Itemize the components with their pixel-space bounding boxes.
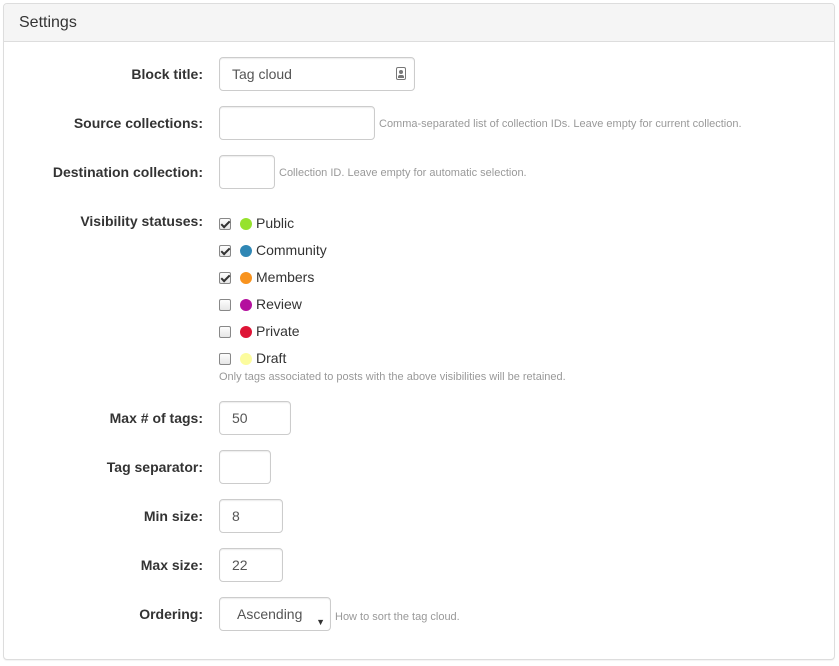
tag-separator-row: Tag separator: (4, 450, 834, 484)
status-color-dot-icon (240, 326, 252, 338)
source-collections-label: Source collections: (73, 115, 203, 131)
visibility-checkbox[interactable] (219, 245, 231, 257)
max-tags-row: Max # of tags: 50 (4, 401, 834, 435)
block-title-value: Tag cloud (232, 66, 292, 82)
max-size-label: Max size: (140, 557, 203, 573)
max-size-value: 22 (232, 557, 248, 573)
source-collections-row: Source collections: Comma-separated list… (4, 106, 834, 140)
panel-title: Settings (4, 4, 834, 42)
block-title-row: Block title: Tag cloud (4, 57, 834, 91)
ordering-select[interactable]: Ascending ▼ (219, 597, 331, 631)
visibility-option-label: Members (256, 269, 315, 285)
visibility-option-label: Review (256, 296, 302, 312)
min-size-input[interactable]: 8 (219, 499, 283, 533)
destination-collection-label: Destination collection: (52, 164, 203, 180)
max-tags-label: Max # of tags: (109, 410, 203, 426)
visibility-option-label: Draft (256, 350, 287, 366)
status-color-dot-icon (240, 299, 252, 311)
min-size-value: 8 (232, 508, 240, 524)
visibility-checkbox[interactable] (219, 353, 231, 365)
status-color-dot-icon (240, 353, 252, 365)
visibility-checkbox[interactable] (219, 218, 231, 230)
contact-card-icon[interactable] (396, 67, 406, 80)
min-size-row: Min size: 8 (4, 499, 834, 533)
max-tags-value: 50 (232, 410, 248, 426)
visibility-help: Only tags associated to posts with the a… (219, 371, 566, 383)
visibility-row: Visibility statuses: Public Community Memb… (4, 204, 834, 389)
block-title-input[interactable]: Tag cloud (219, 57, 415, 91)
source-collections-input[interactable] (219, 106, 375, 140)
ordering-value: Ascending (237, 606, 303, 622)
visibility-checkbox[interactable] (219, 326, 231, 338)
min-size-label: Min size: (143, 508, 203, 524)
ordering-row: Ordering: Ascending ▼ How to sort the ta… (4, 597, 834, 631)
visibility-option-label: Public (256, 215, 295, 231)
status-color-dot-icon (240, 272, 252, 284)
destination-collection-help: Collection ID. Leave empty for automatic… (279, 167, 527, 179)
destination-collection-row: Destination collection: Collection ID. L… (4, 155, 834, 189)
visibility-option-label: Community (256, 242, 327, 258)
status-color-dot-icon (240, 245, 252, 257)
max-size-input[interactable]: 22 (219, 548, 283, 582)
block-title-label: Block title: (131, 66, 203, 82)
chevron-down-icon: ▼ (316, 617, 325, 627)
status-color-dot-icon (240, 218, 252, 230)
ordering-help: How to sort the tag cloud. (335, 611, 460, 623)
visibility-checkbox[interactable] (219, 299, 231, 311)
max-size-row: Max size: 22 (4, 548, 834, 582)
destination-collection-input[interactable] (219, 155, 275, 189)
settings-panel: Settings Block title: Tag cloud Source c… (3, 3, 835, 660)
ordering-label: Ordering: (139, 606, 203, 622)
visibility-option-label: Private (256, 323, 300, 339)
max-tags-input[interactable]: 50 (219, 401, 291, 435)
tag-separator-label: Tag separator: (106, 459, 203, 475)
visibility-checkbox[interactable] (219, 272, 231, 284)
source-collections-help: Comma-separated list of collection IDs. … (379, 118, 742, 130)
visibility-label: Visibility statuses: (80, 213, 203, 229)
tag-separator-input[interactable] (219, 450, 271, 484)
